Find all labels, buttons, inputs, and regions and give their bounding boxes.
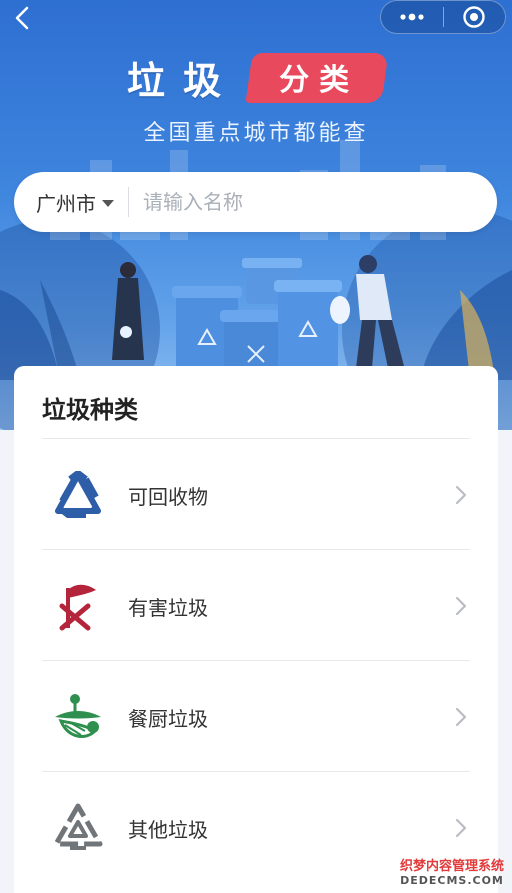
chevron-right-icon xyxy=(455,818,467,838)
city-selector[interactable]: 广州市 xyxy=(36,188,114,217)
search-bar: 广州市 xyxy=(14,172,497,232)
miniapp-capsule xyxy=(380,0,506,34)
back-button[interactable] xyxy=(8,4,36,32)
recycle-icon xyxy=(50,467,106,523)
chevron-right-icon xyxy=(455,596,467,616)
watermark-line2: DEDECMS.COM xyxy=(400,874,504,887)
caret-down-icon xyxy=(102,199,114,207)
chevron-right-icon xyxy=(455,707,467,727)
category-item-recyclable[interactable]: 可回收物 xyxy=(42,440,470,550)
recycling-bins-illustration xyxy=(0,255,512,380)
chevron-right-icon xyxy=(455,485,467,505)
title-main: 垃圾 xyxy=(126,59,239,103)
more-button[interactable] xyxy=(381,1,443,33)
divider xyxy=(42,771,470,772)
hazardous-icon xyxy=(50,578,106,634)
title-badge: 分类 xyxy=(245,52,389,103)
category-label: 其他垃圾 xyxy=(128,817,208,842)
chevron-left-icon xyxy=(15,6,29,30)
more-dots-icon xyxy=(400,13,424,21)
divider xyxy=(42,549,470,550)
banner-title: 垃圾 分类 全国重点城市都能查 xyxy=(0,50,512,147)
watermark: 织梦内容管理系统 DEDECMS.COM xyxy=(400,855,504,887)
category-panel: 垃圾种类 可回收物 有害垃圾 餐厨垃圾 其他垃圾 xyxy=(14,366,498,893)
divider xyxy=(42,660,470,661)
divider xyxy=(42,438,470,439)
category-label: 可回收物 xyxy=(128,484,208,509)
category-label: 餐厨垃圾 xyxy=(128,706,208,731)
city-label: 广州市 xyxy=(36,191,96,216)
category-heading: 垃圾种类 xyxy=(42,396,138,424)
banner-subtitle: 全国重点城市都能查 xyxy=(143,121,369,146)
category-item-kitchen[interactable]: 餐厨垃圾 xyxy=(42,662,470,772)
close-button[interactable] xyxy=(444,1,506,33)
category-item-hazardous[interactable]: 有害垃圾 xyxy=(42,551,470,661)
watermark-line1: 织梦内容管理系统 xyxy=(399,859,504,874)
kitchen-waste-icon xyxy=(50,689,106,745)
category-label: 有害垃圾 xyxy=(128,595,208,620)
search-divider xyxy=(128,187,129,217)
target-circle-icon xyxy=(463,6,485,28)
search-input[interactable] xyxy=(143,190,463,214)
other-waste-icon xyxy=(50,800,106,856)
